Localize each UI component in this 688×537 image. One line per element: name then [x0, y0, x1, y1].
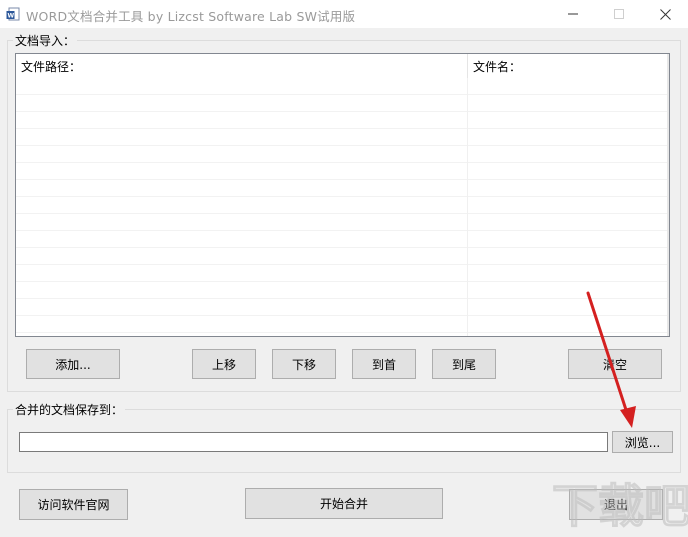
column-divider: [467, 78, 468, 336]
list-row-empty: [16, 197, 667, 214]
file-list-header: 文件路径： 文件名：: [16, 54, 669, 78]
window-title: WORD文档合并工具 by Lizcst Software Lab SW试用版: [26, 9, 356, 24]
to-bottom-button[interactable]: 到尾: [432, 349, 496, 379]
list-row-empty: [16, 282, 667, 299]
file-list-rows: [16, 78, 667, 333]
import-group-label: 文档导入：: [13, 32, 78, 49]
list-row-empty: [16, 299, 667, 316]
list-row-empty: [16, 231, 667, 248]
file-list[interactable]: 文件路径： 文件名：: [15, 53, 670, 337]
visit-site-button[interactable]: 访问软件官网: [19, 489, 128, 520]
list-row-empty: [16, 180, 667, 197]
list-scroll-edge: [667, 54, 669, 336]
add-button[interactable]: 添加...: [26, 349, 120, 379]
column-header-filename[interactable]: 文件名：: [467, 54, 667, 78]
list-row-empty: [16, 146, 667, 163]
list-row-empty: [16, 248, 667, 265]
clear-button[interactable]: 清空: [568, 349, 662, 379]
to-top-button[interactable]: 到首: [352, 349, 416, 379]
list-row-empty: [16, 316, 667, 333]
list-row-empty: [16, 163, 667, 180]
save-path-input[interactable]: [19, 432, 608, 452]
maximize-icon: [614, 9, 624, 19]
list-row-empty: [16, 129, 667, 146]
minimize-icon: [568, 13, 578, 15]
move-up-button[interactable]: 上移: [192, 349, 256, 379]
list-row-empty: [16, 95, 667, 112]
start-merge-button[interactable]: 开始合并: [245, 488, 443, 519]
download-site-watermark: 下载吧: [551, 478, 688, 533]
move-down-button[interactable]: 下移: [272, 349, 336, 379]
minimize-button[interactable]: [550, 0, 596, 28]
close-icon: [659, 8, 671, 20]
browse-button[interactable]: 浏览...: [612, 431, 673, 453]
save-group-label: 合并的文档保存到：: [13, 401, 126, 418]
column-header-path[interactable]: 文件路径：: [16, 54, 467, 78]
maximize-button[interactable]: [596, 0, 642, 28]
watermark-text: 下载吧: [552, 479, 688, 533]
svg-text:W: W: [8, 13, 15, 20]
list-row-empty: [16, 214, 667, 231]
close-button[interactable]: [642, 0, 688, 28]
list-row-empty: [16, 265, 667, 282]
title-bar: W WORD文档合并工具 by Lizcst Software Lab SW试用…: [0, 0, 688, 28]
list-row-empty: [16, 78, 667, 95]
list-row-empty: [16, 112, 667, 129]
app-word-icon: W: [6, 7, 20, 21]
